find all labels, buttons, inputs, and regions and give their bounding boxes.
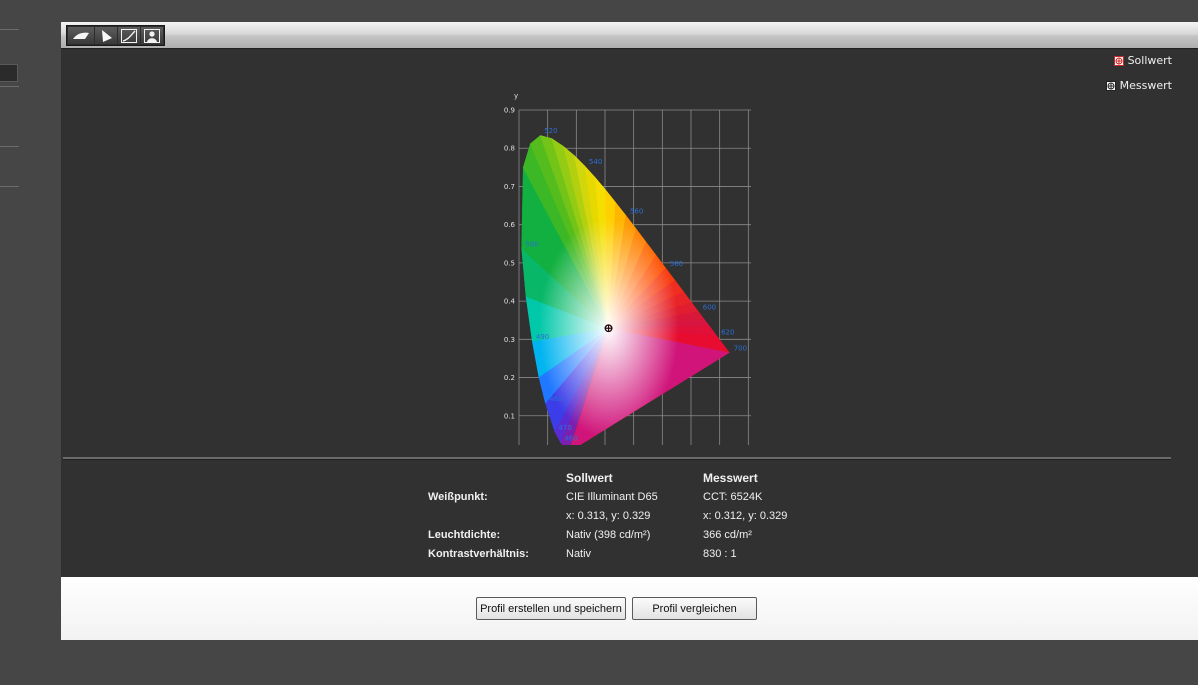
wavelength-label: 600 — [703, 303, 716, 311]
wavelength-label: 620 — [721, 328, 734, 336]
portrait-icon — [144, 28, 160, 43]
sidebar-divider — [0, 86, 19, 87]
info-labels-column: Weißpunkt: Leuchtdichte: Kontrastverhält… — [428, 469, 529, 564]
gamma-view-button[interactable] — [118, 27, 140, 44]
sidebar-divider — [0, 146, 19, 147]
wavelength-label: 580 — [670, 260, 683, 268]
wavelength-label: 480 — [549, 395, 562, 403]
whitepoint-measured-value: CCT: 6524K — [703, 491, 763, 503]
y-tick-label: 0.6 — [504, 221, 516, 229]
info-target-column: Sollwert CIE Illuminant D65 x: 0.313, y:… — [566, 469, 658, 564]
y-tick-label: 0.9 — [504, 107, 515, 115]
luminance-label: Leuchtdichte: — [428, 529, 501, 541]
legend-target: Sollwert — [1113, 54, 1172, 67]
y-tick-label: 0.3 — [504, 336, 515, 344]
whitepoint-label: Weißpunkt: — [428, 491, 488, 503]
cie-view-button[interactable] — [68, 27, 94, 44]
wavelength-label: 540 — [589, 158, 602, 166]
wavelength-label: 500 — [525, 240, 538, 248]
contrast-measured-value: 830 : 1 — [703, 548, 737, 560]
section-divider — [63, 457, 1171, 460]
wavelength-label: 700 — [734, 345, 747, 353]
contrast-label: Kontrastverhältnis: — [428, 548, 529, 560]
calibration-result-panel: Sollwert Messwert 0.00.10.20.30.40.50.60… — [61, 22, 1198, 640]
create-profile-button[interactable]: Profil erstellen und speichern — [476, 597, 626, 620]
y-axis-label: y — [514, 92, 518, 100]
legend-target-label: Sollwert — [1127, 54, 1172, 67]
luminance-target-value: Nativ (398 cd/m²) — [566, 529, 651, 541]
target-column-header: Sollwert — [566, 471, 613, 485]
measured-marker-icon — [1105, 80, 1116, 91]
gamut-view-button[interactable] — [95, 27, 117, 44]
legend-measured-label: Messwert — [1119, 79, 1172, 92]
cie-chart-icon — [73, 32, 89, 39]
gamut-triangle-icon — [102, 29, 112, 42]
y-tick-label: 0.7 — [504, 183, 515, 191]
sidebar-divider — [0, 29, 19, 30]
y-tick-label: 0.1 — [504, 412, 515, 420]
whitepoint-target-value: CIE Illuminant D65 — [566, 491, 658, 503]
y-tick-label: 0.4 — [504, 298, 516, 306]
whitepoint-target-xy: x: 0.313, y: 0.329 — [566, 510, 651, 522]
measured-column-header: Messwert — [703, 471, 758, 485]
compare-profile-button[interactable]: Profil vergleichen — [632, 597, 757, 620]
wavelength-label: 490 — [536, 333, 549, 341]
sidebar-selected-item[interactable] — [0, 64, 18, 82]
wavelength-label: 560 — [630, 207, 643, 215]
portrait-view-button[interactable] — [141, 27, 163, 44]
whitepoint-measured-xy: x: 0.312, y: 0.329 — [703, 510, 788, 522]
sidebar-divider — [0, 186, 19, 187]
target-marker-icon — [1113, 55, 1124, 66]
wavelength-label: 470 — [559, 424, 572, 432]
wavelength-label: 380 — [573, 444, 586, 445]
cie-chromaticity-chart: 0.00.10.20.30.40.50.60.70.80.90.00.10.20… — [504, 92, 751, 445]
wavelength-label: 520 — [544, 127, 557, 135]
view-switcher — [66, 25, 165, 46]
y-tick-label: 0.2 — [504, 374, 515, 382]
y-tick-label: 0.5 — [504, 259, 515, 267]
action-bar: Profil erstellen und speichern Profil ve… — [61, 577, 1198, 640]
luminance-measured-value: 366 cd/m² — [703, 529, 752, 541]
y-tick-label: 0.8 — [504, 145, 515, 153]
view-toolbar — [61, 22, 1198, 49]
measured-whitepoint-marker — [604, 324, 613, 333]
contrast-target-value: Nativ — [566, 548, 592, 560]
legend-measured: Messwert — [1105, 79, 1172, 92]
wavelength-label: 460 — [564, 435, 577, 443]
gamma-curve-icon — [121, 28, 137, 43]
info-measured-column: Messwert CCT: 6524K x: 0.312, y: 0.329 3… — [703, 469, 787, 564]
